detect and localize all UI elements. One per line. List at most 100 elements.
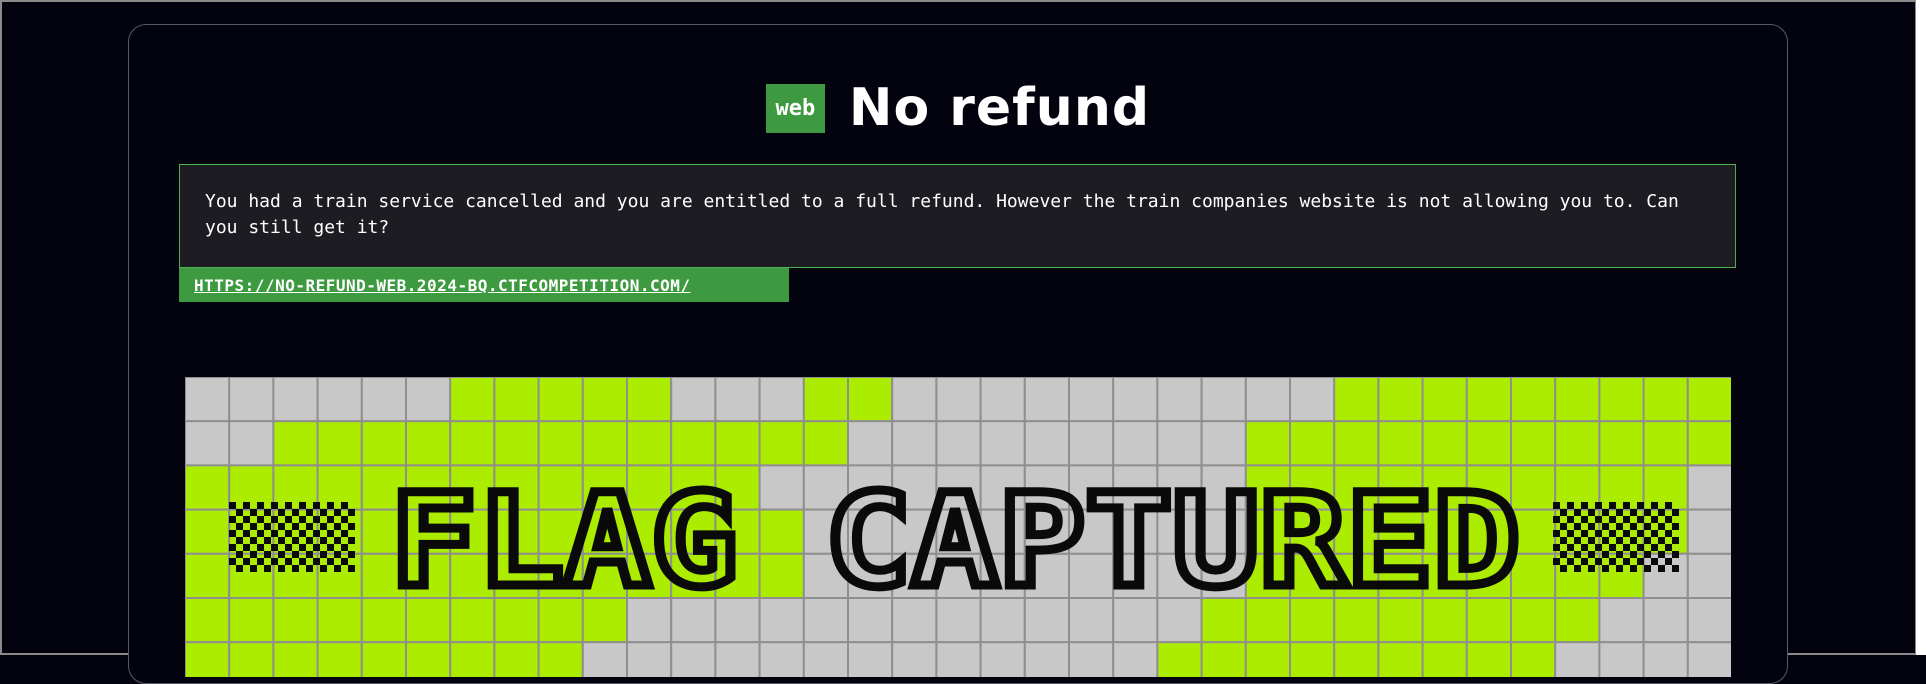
- banner-tile: [449, 641, 496, 677]
- banner-tile: [1598, 508, 1645, 555]
- banner-tile: [626, 420, 673, 467]
- banner-tile: [1554, 552, 1601, 600]
- banner-tile: [185, 597, 231, 644]
- banner-tile: [758, 377, 805, 423]
- banner-tile: [1598, 420, 1645, 467]
- banner-tile: [1554, 420, 1601, 467]
- banner-tile: [581, 420, 628, 467]
- banner-tile: [228, 641, 275, 677]
- banner-tile: [1686, 377, 1731, 423]
- banner-tile: [272, 464, 319, 511]
- banner-tile: [1598, 597, 1645, 644]
- banner-tile: [1289, 641, 1336, 677]
- banner-tile: [228, 377, 275, 423]
- challenge-link-bar: HTTPS://NO-REFUND-WEB.2024-BQ.CTFCOMPETI…: [179, 268, 789, 302]
- banner-tile: [185, 464, 231, 511]
- banner-tile: [1112, 420, 1159, 467]
- challenge-header: web No refund: [129, 82, 1787, 134]
- banner-tile: [1686, 420, 1731, 467]
- banner-tile: [1421, 377, 1468, 423]
- banner-tile: [758, 420, 805, 467]
- banner-tile: [1686, 641, 1731, 677]
- banner-tile: [802, 420, 849, 467]
- banner-tile: [405, 641, 452, 677]
- banner-tile: [1244, 420, 1292, 467]
- banner-tile: [891, 641, 938, 677]
- banner-tile: [1023, 377, 1070, 423]
- banner-tile: [405, 377, 452, 423]
- banner-tile: [979, 641, 1026, 677]
- banner-tile: [802, 641, 849, 677]
- banner-tile: [1068, 377, 1115, 423]
- banner-tile: [316, 508, 363, 555]
- banner-tile: [1333, 420, 1380, 467]
- banner-tile: [891, 377, 938, 423]
- banner-tile: [1200, 420, 1247, 467]
- banner-tile: [1377, 377, 1424, 423]
- banner-tile: [449, 377, 496, 423]
- banner-tile: [537, 641, 584, 677]
- banner-tile: [1156, 641, 1203, 677]
- banner-tile: [272, 377, 319, 423]
- banner-tile: [228, 420, 275, 467]
- banner-tile: [537, 377, 584, 423]
- banner-tile: [626, 377, 673, 423]
- banner-tile: [1289, 377, 1336, 423]
- banner-tile: [1598, 552, 1645, 600]
- banner-tile: [1598, 641, 1645, 677]
- banner-tile: [1642, 377, 1689, 423]
- window-edge: [1915, 0, 1926, 655]
- banner-tile: [1598, 464, 1645, 511]
- banner-tile: [670, 377, 717, 423]
- banner-tile: [316, 552, 363, 600]
- banner-tile: [316, 377, 363, 423]
- flag-captured-image: FLAG CAPTURED: [185, 377, 1731, 677]
- banner-tile: [1642, 641, 1689, 677]
- banner-tile: [1686, 508, 1731, 555]
- banner-tile: [1642, 420, 1689, 467]
- banner-tile: [185, 552, 231, 600]
- banner-tile: [1510, 377, 1557, 423]
- banner-tile: [185, 508, 231, 555]
- challenge-url-link[interactable]: HTTPS://NO-REFUND-WEB.2024-BQ.CTFCOMPETI…: [194, 276, 691, 295]
- banner-tile: [1068, 420, 1115, 467]
- banner-tile: [714, 641, 761, 677]
- banner-tile: [1112, 377, 1159, 423]
- banner-tile: [1554, 641, 1601, 677]
- banner-tile: [405, 420, 452, 467]
- banner-tile: [847, 641, 894, 677]
- banner-tile: [847, 420, 894, 467]
- banner-tile: [1156, 420, 1203, 467]
- banner-tile: [1510, 641, 1557, 677]
- banner-tile: [316, 464, 363, 511]
- banner-tile: [1289, 420, 1336, 467]
- banner-tile: [272, 420, 319, 467]
- banner-tile: [1112, 641, 1159, 677]
- banner-tile: [316, 420, 363, 467]
- banner-tile: [1465, 641, 1513, 677]
- banner-tile: [626, 641, 673, 677]
- banner-tile: [360, 641, 408, 677]
- banner-tile: [1465, 377, 1513, 423]
- challenge-card: web No refund You had a train service ca…: [128, 24, 1788, 684]
- challenge-description: You had a train service cancelled and yo…: [179, 164, 1736, 268]
- banner-tile: [493, 420, 540, 467]
- banner-tile: [449, 420, 496, 467]
- banner-tile: [847, 377, 894, 423]
- banner-tile: [979, 420, 1026, 467]
- banner-tile: [1377, 641, 1424, 677]
- banner-tile: [493, 641, 540, 677]
- banner-tile: [272, 641, 319, 677]
- banner-tile: [935, 377, 982, 423]
- flag-captured-banner: FLAG CAPTURED: [185, 377, 1731, 677]
- banner-tile: [581, 377, 628, 423]
- banner-tile: [1156, 377, 1203, 423]
- banner-tile: [1554, 597, 1601, 644]
- banner-tile: [1554, 377, 1601, 423]
- banner-tile: [1642, 597, 1689, 644]
- banner-tile: [272, 552, 319, 600]
- banner-tile: [979, 377, 1026, 423]
- banner-tile: [1200, 377, 1247, 423]
- banner-tile: [537, 420, 584, 467]
- banner-tile: [1421, 641, 1468, 677]
